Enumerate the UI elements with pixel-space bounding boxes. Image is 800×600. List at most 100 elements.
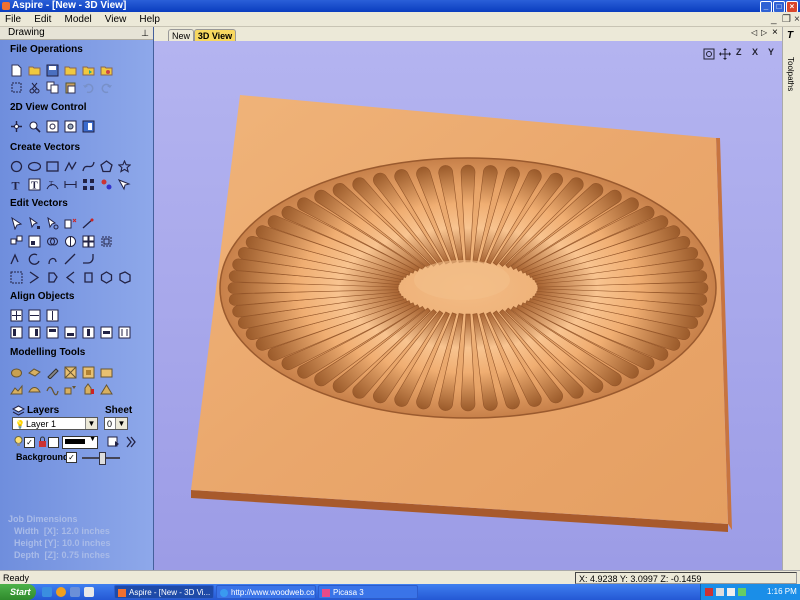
tab-scroll-left-icon[interactable]: ◁ [751,28,757,37]
3d-view-canvas[interactable]: Z X Y [154,41,782,570]
text-icon[interactable]: T [10,178,23,192]
ie-quicklaunch-icon[interactable] [42,587,52,597]
layer-visibility-icon[interactable] [12,435,23,448]
align-left-icon[interactable] [10,326,23,339]
align-vertical-icon[interactable] [46,309,59,322]
smart-delete-icon[interactable] [82,217,95,230]
tray-volume-icon[interactable] [727,588,735,596]
node-edit-icon[interactable] [28,217,41,230]
polygon-icon[interactable] [100,160,113,173]
new-file-icon[interactable] [10,64,23,77]
taskbar-picasa-button[interactable]: Picasa 3 [318,585,418,599]
rectangle-icon[interactable] [46,160,59,173]
close-vectors-icon[interactable] [28,253,41,266]
transform-icon[interactable] [46,217,59,230]
align-bottom-icon[interactable] [64,326,77,339]
tray-app-icon[interactable] [738,588,746,596]
dog-bone-icon[interactable] [46,271,59,284]
align-centers-icon[interactable] [28,309,41,322]
weld-icon[interactable] [46,235,59,248]
mold-icon[interactable] [100,383,113,396]
polyline-icon[interactable] [64,160,77,173]
fade-icon[interactable] [100,366,113,379]
pan-icon[interactable] [10,120,23,133]
view-mode-icon[interactable] [82,120,95,133]
copy-icon[interactable] [46,81,59,94]
firefox-quicklaunch-icon[interactable] [56,587,66,597]
join-vectors-icon[interactable] [10,253,23,266]
circle-icon[interactable] [10,160,23,173]
sheet-select[interactable]: 0 ▼ [104,417,128,430]
create-component-icon[interactable] [82,366,95,379]
job-setup-icon[interactable] [10,81,23,94]
scale-icon[interactable] [28,235,41,248]
grid-array-icon[interactable] [82,178,95,191]
align-center-y-icon[interactable] [100,326,113,339]
import-vectors-icon[interactable] [82,64,95,77]
redo-icon[interactable] [100,81,113,94]
layer-select[interactable]: 💡 Layer 1 ▼ [12,417,98,430]
tray-security-icon[interactable] [705,588,713,596]
fit-curves-icon[interactable] [100,178,113,191]
smooth-icon[interactable] [82,271,95,284]
distort-icon[interactable] [28,383,41,396]
extend-icon[interactable] [64,271,77,284]
fillet-icon[interactable] [82,253,95,266]
tilt-icon[interactable] [10,383,23,396]
smooth-model-icon[interactable] [46,383,59,396]
pin-icon[interactable]: ⊥ [141,27,149,39]
zoom-extents-icon[interactable] [46,120,59,133]
background-slider-handle[interactable] [99,452,106,465]
trim-icon[interactable] [64,253,77,266]
zoom-icon[interactable] [28,120,41,133]
desktop-quicklaunch-icon[interactable] [70,587,80,597]
taskbar-aspire-button[interactable]: Aspire - [New - 3D Vi... [114,585,214,599]
ellipse-icon[interactable] [28,160,41,173]
layer-color-picker[interactable]: ▼ [62,436,98,449]
tray-network-icon[interactable] [716,588,724,596]
undo-icon[interactable] [82,81,95,94]
open-template-icon[interactable] [64,64,77,77]
shape-editor-icon[interactable] [10,366,23,379]
tabs-icon[interactable] [100,271,113,284]
menu-help[interactable]: Help [134,13,165,27]
media-quicklaunch-icon[interactable] [84,587,94,597]
menu-model[interactable]: Model [59,13,96,27]
model-to-vector-icon[interactable] [64,383,77,396]
paste-icon[interactable] [64,81,77,94]
mirror-icon[interactable] [10,235,23,248]
trace-bitmap-icon[interactable] [118,178,131,191]
open-folder-icon[interactable] [28,64,41,77]
text-on-curve-icon[interactable]: T [46,178,59,191]
cut-icon[interactable] [28,81,41,94]
distribute-icon[interactable] [118,326,131,339]
dimensions-icon[interactable] [64,178,77,191]
layer-arrange-icon[interactable] [124,435,137,448]
zoom-selection-icon[interactable] [64,120,77,133]
menu-file[interactable]: File [0,13,26,27]
menu-view[interactable]: View [100,13,132,27]
layer-lock-checkbox[interactable] [48,437,59,448]
start-button[interactable]: Start [0,584,36,600]
tab-scroll-right-icon[interactable]: ▷ [761,28,767,37]
toolpaths-side-strip[interactable]: T Toolpaths [782,27,800,570]
bake-icon[interactable] [82,383,95,396]
import-bitmap-icon[interactable] [100,64,113,77]
subtract-icon[interactable] [64,235,77,248]
align-right-icon[interactable] [28,326,41,339]
taskbar-browser-button[interactable]: http://www.woodweb.co... [216,585,316,599]
layer-manager-icon[interactable] [107,435,120,448]
sculpt-icon[interactable] [46,366,59,379]
intersect-icon[interactable] [82,235,95,248]
center-in-material-icon[interactable] [10,309,23,322]
window-title-bar[interactable]: Aspire - [New - 3D View] _ □ × [0,0,800,13]
select-icon[interactable] [10,217,23,230]
save-icon[interactable] [46,64,59,77]
star-icon[interactable] [118,160,131,173]
extrude-icon[interactable] [28,366,41,379]
auto-layout-text-icon[interactable]: T [28,178,41,191]
tab-close-icon[interactable]: × [772,27,778,38]
menu-edit[interactable]: Edit [29,13,56,27]
align-top-icon[interactable] [46,326,59,339]
texture-icon[interactable] [64,366,77,379]
